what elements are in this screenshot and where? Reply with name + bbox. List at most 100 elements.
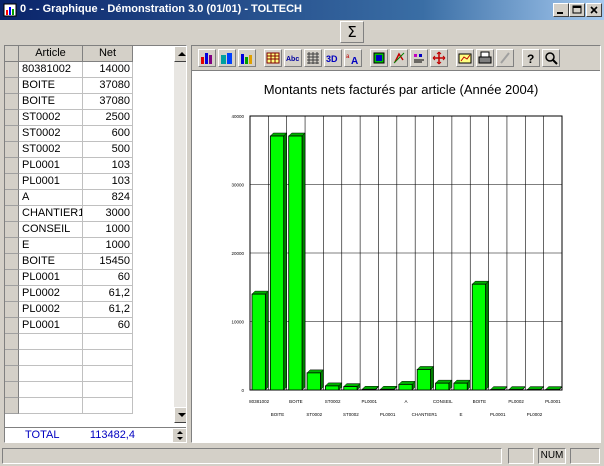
cell-net[interactable]: 2500 [83, 110, 133, 126]
cell-net[interactable]: 3000 [83, 206, 133, 222]
row-selector[interactable] [5, 142, 19, 158]
cell-article[interactable]: BOITE [19, 94, 83, 110]
cell-article[interactable] [19, 366, 83, 382]
cell-article[interactable]: E [19, 238, 83, 254]
title-bar[interactable]: 0 - - Graphique - Démonstration 3.0 (01/… [0, 0, 604, 20]
labels-button[interactable]: Abc [284, 49, 302, 67]
cell-net[interactable] [83, 398, 133, 414]
copy-chart-button[interactable] [456, 49, 474, 67]
pen-button[interactable] [496, 49, 514, 67]
row-selector[interactable] [5, 174, 19, 190]
sum-button[interactable]: Σ [340, 21, 364, 43]
cell-net[interactable]: 600 [83, 126, 133, 142]
cell-article[interactable]: A [19, 190, 83, 206]
row-selector[interactable] [5, 350, 19, 366]
cell-net[interactable] [83, 382, 133, 398]
cell-net[interactable]: 15450 [83, 254, 133, 270]
row-selector[interactable] [5, 190, 19, 206]
row-selector[interactable] [5, 382, 19, 398]
row-selector[interactable] [5, 158, 19, 174]
cell-net[interactable]: 37080 [83, 78, 133, 94]
cell-article[interactable]: BOITE [19, 78, 83, 94]
pen-icon [500, 52, 510, 64]
row-selector[interactable] [5, 270, 19, 286]
cell-net[interactable] [83, 350, 133, 366]
row-selector[interactable] [5, 398, 19, 414]
cell-article[interactable]: PL0002 [19, 302, 83, 318]
stacked-bar-button[interactable] [238, 49, 256, 67]
row-selector[interactable] [5, 94, 19, 110]
print-button[interactable] [476, 49, 494, 67]
row-selector[interactable] [5, 334, 19, 350]
row-selector[interactable] [5, 318, 19, 334]
cell-net[interactable]: 103 [83, 158, 133, 174]
font-size-button[interactable]: aA [344, 49, 362, 67]
cell-net[interactable]: 103 [83, 174, 133, 190]
column-header-article[interactable]: Article [19, 46, 83, 62]
cell-article[interactable]: ST0002 [19, 126, 83, 142]
cell-net[interactable]: 61,2 [83, 286, 133, 302]
column-header-net[interactable]: Net [83, 46, 133, 62]
cell-article[interactable]: PL0001 [19, 318, 83, 334]
scroll-up-button[interactable] [174, 46, 186, 62]
cell-net[interactable]: 60 [83, 318, 133, 334]
row-selector[interactable] [5, 254, 19, 270]
cell-article[interactable]: ST0002 [19, 142, 83, 158]
status-message [2, 448, 502, 464]
cell-article[interactable]: CONSEIL [19, 222, 83, 238]
cell-article[interactable] [19, 382, 83, 398]
cell-article[interactable] [19, 398, 83, 414]
cell-article[interactable]: PL0001 [19, 158, 83, 174]
color-palette-button[interactable] [370, 49, 388, 67]
row-selector[interactable] [5, 286, 19, 302]
grid-button[interactable] [304, 49, 322, 67]
cell-net[interactable]: 1000 [83, 238, 133, 254]
legend-button[interactable] [410, 49, 428, 67]
app-icon[interactable] [3, 3, 17, 17]
cell-article[interactable]: PL0001 [19, 270, 83, 286]
cell-net[interactable]: 500 [83, 142, 133, 158]
cell-net[interactable] [83, 334, 133, 350]
row-selector[interactable] [5, 366, 19, 382]
row-selector[interactable] [5, 78, 19, 94]
cell-net[interactable]: 824 [83, 190, 133, 206]
row-selector[interactable] [5, 222, 19, 238]
data-grid[interactable]: Article Net 80381002 14000 BOITE 37080 BOITE… [4, 45, 187, 443]
rotate-button[interactable] [390, 49, 408, 67]
cell-net[interactable]: 14000 [83, 62, 133, 78]
cell-article[interactable]: BOITE [19, 254, 83, 270]
table-view-button[interactable] [264, 49, 282, 67]
move-button[interactable] [430, 49, 448, 67]
close-button[interactable] [586, 3, 602, 17]
cell-net[interactable]: 61,2 [83, 302, 133, 318]
bar-chart-button[interactable] [198, 49, 216, 67]
grid-vertical-scrollbar[interactable] [174, 46, 186, 423]
cell-net[interactable]: 60 [83, 270, 133, 286]
maximize-icon [572, 5, 582, 14]
maximize-button[interactable] [569, 3, 585, 17]
minimize-button[interactable] [553, 3, 569, 17]
3d-toggle-button[interactable]: 3D [324, 49, 342, 67]
cell-article[interactable]: ST0002 [19, 110, 83, 126]
grid-corner[interactable] [5, 46, 19, 62]
3d-bar-chart-button[interactable] [218, 49, 236, 67]
cell-net[interactable]: 37080 [83, 94, 133, 110]
cell-net[interactable] [83, 366, 133, 382]
row-selector[interactable] [5, 62, 19, 78]
zoom-button[interactable] [542, 49, 560, 67]
row-selector[interactable] [5, 126, 19, 142]
row-selector[interactable] [5, 110, 19, 126]
cell-net[interactable]: 1000 [83, 222, 133, 238]
cell-article[interactable]: PL0001 [19, 174, 83, 190]
help-button[interactable]: ? [522, 49, 540, 67]
row-selector[interactable] [5, 302, 19, 318]
cell-article[interactable] [19, 350, 83, 366]
cell-article[interactable] [19, 334, 83, 350]
row-selector[interactable] [5, 238, 19, 254]
cell-article[interactable]: PL0002 [19, 286, 83, 302]
total-spin-button[interactable] [172, 428, 186, 442]
cell-article[interactable]: 80381002 [19, 62, 83, 78]
row-selector[interactable] [5, 206, 19, 222]
cell-article[interactable]: CHANTIER1 [19, 206, 83, 222]
scroll-down-button[interactable] [174, 407, 186, 423]
